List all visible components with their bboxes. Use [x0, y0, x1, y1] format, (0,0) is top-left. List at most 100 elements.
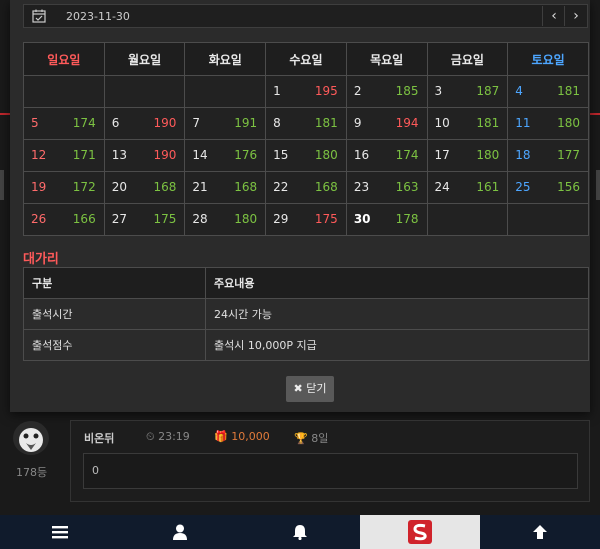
attendance-count: 195 [314, 84, 338, 98]
calendar-day [507, 203, 589, 236]
date-picker[interactable]: 2023-11-30 ‹ › [23, 4, 588, 28]
calendar-check-icon [32, 9, 46, 23]
info-label: 출석점수 [23, 329, 206, 361]
day-number: 16 [353, 148, 370, 162]
calendar-day: 1 195 [265, 75, 347, 108]
attendance-count: 180 [557, 116, 580, 130]
attendance-count: 180 [234, 212, 258, 226]
calendar-day: 23 163 [345, 171, 428, 204]
info-value: 출석시 10,000P 지급 [205, 329, 589, 361]
user-rank: 178등 [16, 466, 48, 479]
day-number: 17 [434, 148, 450, 162]
attendance-count: 166 [72, 212, 96, 226]
avatar [13, 421, 49, 455]
calendar-day: 10 181 [426, 107, 509, 140]
calendar-day: 27 175 [103, 203, 186, 236]
day-number: 30 [353, 212, 371, 226]
day-number: 2 [353, 84, 362, 98]
day-number: 8 [273, 116, 281, 130]
day-number: 7 [192, 116, 201, 130]
background-tab [0, 170, 4, 200]
profile-button[interactable] [120, 515, 240, 549]
close-button[interactable]: ✖ 닫기 [286, 376, 334, 402]
day-number: 11 [515, 116, 531, 130]
calendar-day: 11 180 [507, 107, 589, 140]
day-number: 25 [515, 180, 531, 194]
info-value: 24시간 가능 [205, 298, 589, 330]
notification-button[interactable] [240, 515, 360, 549]
gift-icon: 🎁 [214, 430, 228, 443]
day-number: 13 [111, 148, 127, 162]
day-number: 22 [273, 180, 289, 194]
attendance-count: 168 [234, 180, 258, 194]
info-header: 구분 [23, 267, 206, 299]
attendance-count: 194 [395, 116, 419, 130]
menu-icon [52, 526, 68, 539]
background-divider [590, 113, 600, 115]
attendance-count: 171 [72, 148, 96, 162]
day-number: 12 [31, 148, 47, 162]
attendance-count: 181 [557, 84, 580, 98]
day-number: 6 [111, 116, 120, 130]
attendance-modal: 2023-11-30 ‹ › 일요일 월요일 화요일 수요일 목요일 금요일 토… [10, 0, 590, 412]
scroll-top-button[interactable] [480, 515, 600, 549]
calendar-day: 5 174 [23, 107, 105, 140]
table-row: 출석시간 24시간 가능 [23, 298, 589, 330]
calendar-day: 16 174 [345, 139, 428, 172]
attendance-count: 178 [395, 212, 419, 226]
attendance-count: 175 [153, 212, 177, 226]
calendar-day: 26 166 [23, 203, 105, 236]
comment-time: ⏲ 23:19 [146, 430, 190, 443]
site-logo [408, 520, 432, 544]
day-number: 28 [192, 212, 208, 226]
calendar-day: 30 178 [345, 203, 428, 236]
trophy-icon: 🏆 [294, 432, 308, 445]
calendar-week: 12 171 13 190 14 176 15 180 16 174 17 180 18 177 [23, 139, 589, 172]
attendance-count: 168 [314, 180, 338, 194]
calendar-week: 19 172 20 168 21 168 22 168 23 163 24 161 25 156 [23, 171, 589, 204]
day-number: 19 [31, 180, 47, 194]
calendar-day: 28 180 [184, 203, 267, 236]
day-number: 3 [434, 84, 443, 98]
calendar-day: 18 177 [507, 139, 589, 172]
day-number: 20 [111, 180, 127, 194]
calendar-day [426, 203, 509, 236]
info-header: 주요내용 [205, 267, 589, 299]
info-label: 출석시간 [23, 298, 206, 330]
weekday-header: 토요일 [507, 42, 589, 76]
close-icon: ✖ [293, 382, 303, 395]
calendar-day: 22 168 [265, 171, 347, 204]
calendar-week: 26 166 27 175 28 180 29 175 30 178 [23, 203, 589, 236]
calendar-day: 2 185 [345, 75, 428, 108]
home-logo-button[interactable] [360, 515, 480, 549]
calendar-day [184, 75, 267, 108]
calendar-week: 1 195 2 185 3 187 4 181 [23, 75, 589, 108]
comment-author: 비온뒤 [84, 432, 115, 445]
attendance-count: 174 [395, 148, 419, 162]
arrow-up-icon [533, 525, 547, 539]
attendance-count: 161 [476, 180, 500, 194]
calendar-week: 5 174 6 190 7 191 8 181 9 194 10 181 11 180 [23, 107, 589, 140]
table-row: 출석점수 출석시 10,000P 지급 [23, 329, 589, 361]
attendance-count: 190 [153, 116, 177, 130]
close-button-label: 닫기 [306, 382, 327, 395]
bottom-nav [0, 515, 600, 549]
day-number: 21 [192, 180, 208, 194]
next-month-button[interactable]: › [564, 6, 587, 26]
attendance-count: 180 [476, 148, 500, 162]
bell-icon [293, 525, 307, 540]
calendar-day: 19 172 [23, 171, 105, 204]
comment-days: 🏆 8일 [294, 432, 329, 445]
attendance-count: 191 [234, 116, 258, 130]
day-number: 27 [111, 212, 127, 226]
calendar-day: 20 168 [103, 171, 186, 204]
weekday-header: 목요일 [345, 42, 428, 76]
day-number: 9 [353, 116, 362, 130]
attendance-count: 163 [395, 180, 419, 194]
background-tab [596, 170, 600, 200]
menu-button[interactable] [0, 515, 120, 549]
calendar-day: 13 190 [103, 139, 186, 172]
weekday-header: 월요일 [103, 42, 186, 76]
prev-month-button[interactable]: ‹ [542, 6, 565, 26]
attendance-count: 181 [476, 116, 500, 130]
